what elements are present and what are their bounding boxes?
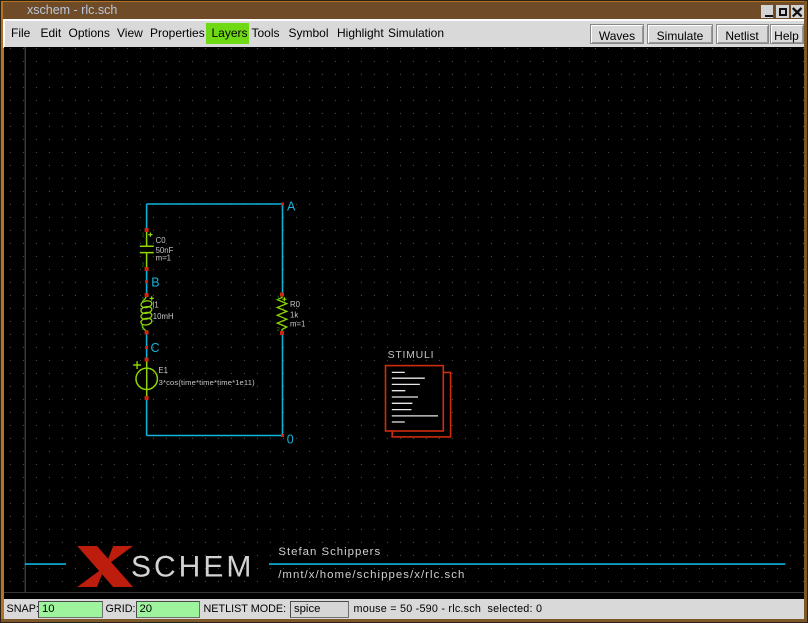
- svg-text:l1: l1: [153, 301, 159, 310]
- svg-text:0: 0: [287, 433, 294, 447]
- svg-text:2: 2: [277, 327, 280, 333]
- svg-text:E1: E1: [158, 366, 168, 375]
- svg-text:3*cos(time*time*time*1e11): 3*cos(time*time*time*1e11): [159, 378, 256, 387]
- svg-text:STIMULI: STIMULI: [388, 349, 435, 361]
- svg-text:C0: C0: [156, 236, 167, 245]
- svg-text:10mH: 10mH: [153, 312, 174, 321]
- svg-text:SCHEM: SCHEM: [131, 550, 254, 583]
- svg-text:1: 1: [142, 233, 145, 239]
- svg-text:Stefan Schippers: Stefan Schippers: [278, 546, 381, 558]
- svg-text:B: B: [151, 275, 159, 289]
- svg-text:2: 2: [142, 263, 145, 269]
- svg-text:m=1: m=1: [156, 253, 171, 262]
- svg-text:A: A: [287, 200, 296, 214]
- svg-text:C: C: [151, 341, 160, 355]
- svg-text:2: 2: [142, 326, 145, 332]
- svg-text:1: 1: [142, 297, 145, 303]
- svg-text:1: 1: [277, 296, 280, 302]
- svg-text:R0: R0: [290, 300, 301, 309]
- svg-text:1k: 1k: [290, 310, 298, 319]
- svg-text:m=1: m=1: [290, 320, 305, 329]
- svg-text:/mnt/x/home/schippes/x/rlc.sch: /mnt/x/home/schippes/x/rlc.sch: [278, 569, 465, 581]
